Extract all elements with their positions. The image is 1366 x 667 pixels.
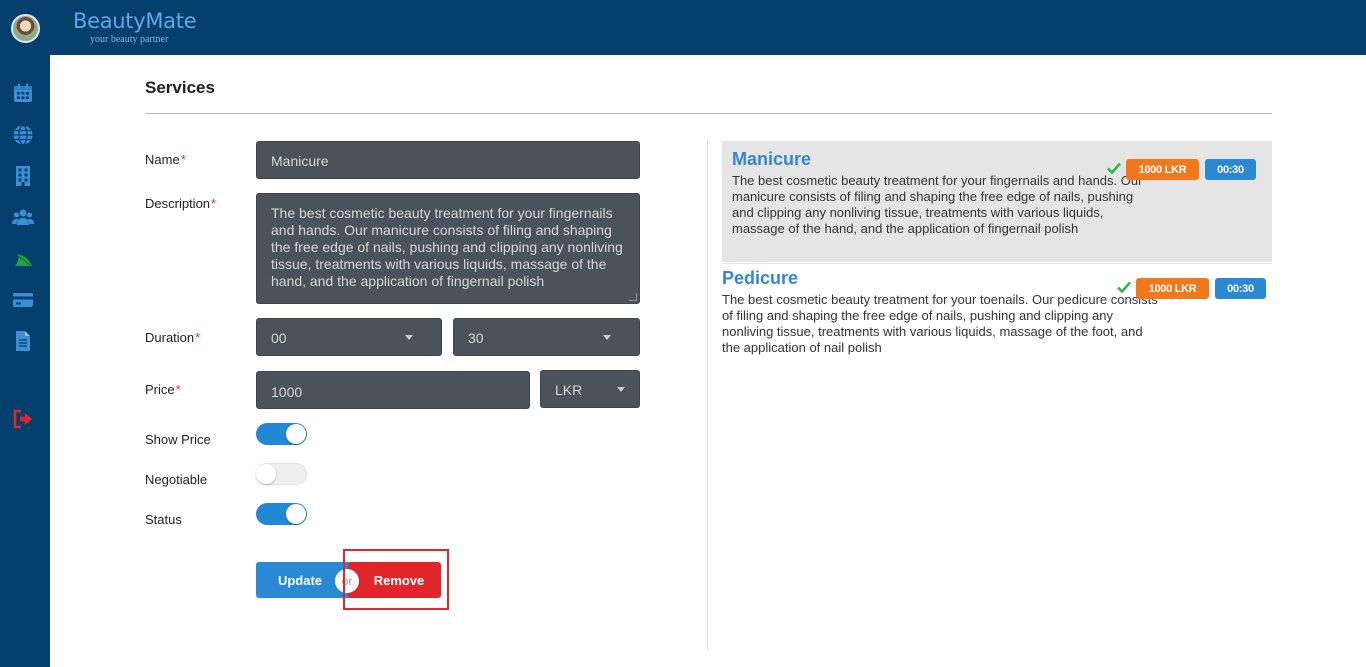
- toggle-knob: [286, 504, 306, 524]
- duration-hours-value: 00: [271, 330, 287, 346]
- description-textarea[interactable]: The best cosmetic beauty treatment for y…: [256, 193, 640, 304]
- duration-badge: 00:30: [1205, 159, 1256, 180]
- sidebar: [0, 55, 50, 667]
- description-label: Description*: [145, 196, 217, 211]
- duration-label: Duration*: [145, 330, 201, 345]
- toggle-knob: [286, 424, 306, 444]
- chevron-down-icon: [603, 335, 611, 340]
- name-label: Name*: [145, 152, 186, 167]
- chevron-down-icon: [405, 335, 413, 340]
- page-title: Services: [145, 78, 215, 97]
- users-icon[interactable]: [12, 206, 34, 228]
- logout-icon[interactable]: [12, 408, 34, 430]
- price-input-value: 1000: [271, 384, 303, 400]
- name-input[interactable]: Manicure: [256, 141, 640, 179]
- leaf-icon[interactable]: [12, 248, 34, 270]
- top-bar: BeautyMate your beauty partner: [0, 0, 1366, 55]
- title-divider: [145, 113, 1272, 114]
- duration-minutes-value: 30: [468, 330, 484, 346]
- negotiable-toggle[interactable]: [256, 463, 307, 485]
- check-icon: [1117, 281, 1131, 293]
- brand-logo[interactable]: BeautyMate: [73, 9, 197, 33]
- description-textarea-value: The best cosmetic beauty treatment for y…: [271, 205, 623, 289]
- service-name: Pedicure: [722, 268, 799, 288]
- status-label: Status: [145, 512, 182, 527]
- avatar[interactable]: [11, 14, 40, 43]
- globe-icon[interactable]: [12, 124, 34, 146]
- service-description: The best cosmetic beauty treatment for y…: [732, 173, 1143, 236]
- service-description: The best cosmetic beauty treatment for y…: [722, 292, 1158, 355]
- check-icon: [1107, 162, 1121, 174]
- price-label: Price*: [145, 382, 181, 397]
- show-price-toggle[interactable]: [256, 423, 307, 445]
- chevron-down-icon: [617, 387, 625, 392]
- show-price-label: Show Price: [145, 432, 211, 447]
- column-divider: [707, 140, 708, 650]
- status-toggle[interactable]: [256, 503, 307, 525]
- name-input-value: Manicure: [271, 153, 329, 169]
- building-icon[interactable]: [12, 165, 34, 187]
- service-item-manicure[interactable]: Manicure The best cosmetic beauty treatm…: [722, 141, 1272, 262]
- credit-card-icon[interactable]: [12, 289, 34, 311]
- price-input[interactable]: 1000: [256, 371, 530, 409]
- brand-tagline: your beauty partner: [90, 34, 169, 45]
- duration-minutes-select[interactable]: 30: [453, 318, 640, 356]
- price-badge: 1000 LKR: [1136, 278, 1209, 299]
- main-content: Services Name* Manicure Description* The…: [50, 55, 1366, 667]
- resize-handle[interactable]: [629, 293, 637, 301]
- service-name: Manicure: [732, 149, 812, 169]
- remove-button-highlight: [343, 549, 449, 610]
- duration-badge: 00:30: [1215, 278, 1266, 299]
- price-badge: 1000 LKR: [1126, 159, 1199, 180]
- negotiable-label: Negotiable: [145, 472, 208, 487]
- currency-select[interactable]: LKR: [540, 370, 640, 408]
- document-icon[interactable]: [12, 330, 34, 352]
- currency-value: LKR: [555, 382, 583, 398]
- toggle-knob: [256, 464, 276, 484]
- calendar-icon[interactable]: [12, 82, 34, 104]
- service-item-pedicure[interactable]: Pedicure The best cosmetic beauty treatm…: [722, 263, 1272, 363]
- duration-hours-select[interactable]: 00: [256, 318, 442, 356]
